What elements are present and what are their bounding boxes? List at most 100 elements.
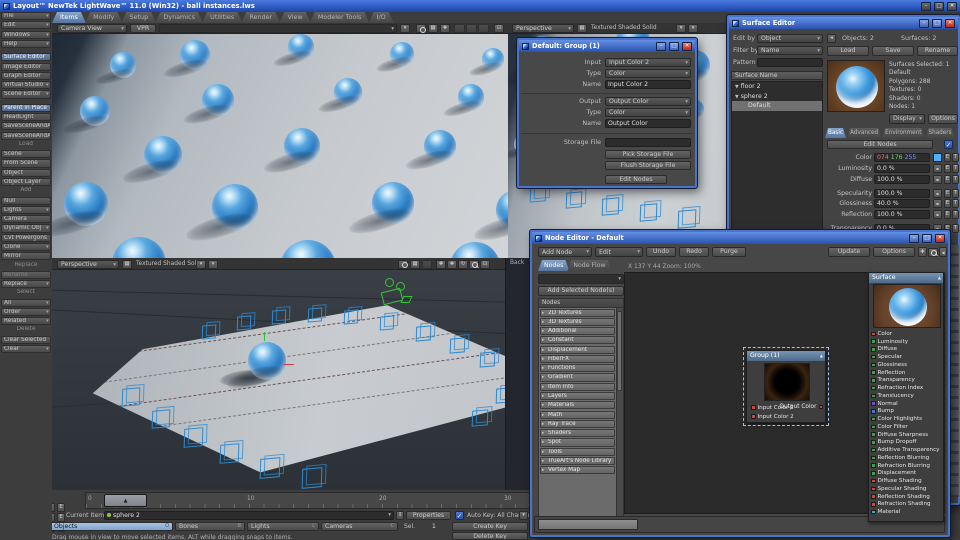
maximize-icon[interactable]: □ bbox=[922, 234, 932, 243]
port-icon[interactable] bbox=[871, 471, 876, 476]
vpr-toggle-button[interactable]: VPR bbox=[130, 24, 156, 33]
sidebar-item[interactable]: Clear Selected bbox=[1, 336, 51, 344]
node-category-item[interactable]: Math bbox=[540, 411, 615, 419]
item-type-button[interactable]: LLights bbox=[247, 522, 319, 531]
sidebar-item[interactable]: HeadLight bbox=[1, 113, 51, 121]
type-dropdown[interactable]: Color bbox=[605, 108, 691, 117]
sidebar-item[interactable]: Dynamic Obj bbox=[1, 224, 51, 232]
camera-icon[interactable] bbox=[398, 260, 408, 269]
node-editor-tab[interactable]: Nodes bbox=[538, 260, 569, 271]
minimize-icon[interactable]: – bbox=[909, 234, 919, 243]
node-output-port[interactable]: Output Color bbox=[779, 404, 823, 410]
port-icon[interactable] bbox=[871, 339, 876, 344]
menu-tab[interactable]: I/O bbox=[369, 12, 394, 23]
node-category-item[interactable]: FiberFX bbox=[540, 355, 615, 363]
item-type-button[interactable]: BBones bbox=[175, 522, 245, 531]
surface-list-item[interactable]: ▼floor 2 bbox=[732, 82, 822, 92]
viewport-perspective-bottom[interactable] bbox=[52, 270, 505, 490]
spinner-icon[interactable]: ◂▸ bbox=[933, 199, 942, 208]
node-category-item[interactable]: 3D Textures bbox=[540, 318, 615, 326]
sidebar-item[interactable] bbox=[1, 49, 51, 52]
edit-nodes-button[interactable]: Edit Nodes bbox=[605, 175, 667, 184]
port-icon[interactable] bbox=[871, 425, 876, 430]
menu-tab[interactable]: Modify bbox=[85, 12, 122, 23]
node-input-port[interactable]: Refraction Index bbox=[869, 384, 945, 392]
input-dropdown[interactable]: Input Color 2 bbox=[605, 58, 691, 67]
sidebar-item[interactable]: Select bbox=[1, 289, 51, 297]
port-icon[interactable] bbox=[751, 414, 756, 419]
spinner-icon[interactable]: ◂▸ bbox=[933, 210, 942, 219]
node-category-item[interactable]: Functions bbox=[540, 364, 615, 372]
envelope-button[interactable]: E bbox=[944, 210, 951, 219]
sidebar-item[interactable]: Add bbox=[1, 187, 51, 195]
node-input-port[interactable]: Translucency bbox=[869, 392, 945, 400]
sidebar-item[interactable]: Edit bbox=[1, 21, 51, 29]
node-category-item[interactable]: Shaders bbox=[540, 429, 615, 437]
maximize-viewport-icon[interactable]: ⊡ bbox=[480, 260, 490, 269]
port-icon[interactable] bbox=[871, 479, 876, 484]
chevron-down-icon[interactable]: ▾ bbox=[688, 24, 698, 33]
collapse-icon[interactable]: ◀ bbox=[939, 247, 947, 257]
color-value-field[interactable]: 074 176 255 bbox=[874, 153, 930, 162]
node-input-port[interactable]: Reflection Shading bbox=[869, 493, 945, 501]
chevron-down-icon[interactable]: ▾ bbox=[676, 24, 686, 33]
texture-button[interactable]: T bbox=[952, 189, 959, 198]
node-input-port[interactable]: Color Filter bbox=[869, 423, 945, 431]
sidebar-item[interactable]: Image Editor bbox=[1, 63, 51, 71]
node-category-item[interactable]: Materials bbox=[540, 401, 615, 409]
close-icon[interactable]: ✕ bbox=[947, 2, 957, 11]
close-icon[interactable]: ✕ bbox=[935, 234, 945, 243]
port-icon[interactable] bbox=[871, 417, 876, 422]
envelope-button[interactable]: E bbox=[57, 513, 65, 522]
port-icon[interactable] bbox=[871, 448, 876, 453]
node-category-item[interactable]: Additional bbox=[540, 327, 615, 335]
sidebar-item[interactable]: Graph Editor bbox=[1, 72, 51, 80]
node-input-port[interactable]: Displacement bbox=[869, 470, 945, 478]
grid-icon[interactable]: ▦ bbox=[122, 260, 132, 269]
delete-key-button[interactable]: Delete Key bbox=[452, 532, 528, 540]
sidebar-item[interactable]: Rename bbox=[1, 271, 51, 279]
view-type-dropdown[interactable]: Perspective bbox=[512, 24, 574, 33]
sidebar-item[interactable]: Clear bbox=[1, 345, 51, 353]
grid-icon[interactable]: ▦ bbox=[410, 260, 420, 269]
port-icon[interactable] bbox=[871, 370, 876, 375]
axis-handle-y[interactable] bbox=[264, 332, 265, 341]
axis-handle-x[interactable] bbox=[284, 364, 294, 365]
texture-button[interactable]: T bbox=[952, 153, 959, 162]
pattern-field[interactable] bbox=[757, 58, 823, 67]
options-button[interactable]: Options bbox=[928, 114, 958, 124]
view-type-dropdown[interactable]: Perspective bbox=[57, 260, 119, 269]
chevron-down-icon[interactable]: ▾ bbox=[196, 260, 206, 269]
add-selected-nodes-button[interactable]: Add Selected Node(s) bbox=[538, 286, 624, 296]
node-input-port[interactable]: Bump Dropoff bbox=[869, 439, 945, 447]
sidebar-item[interactable]: Mirror bbox=[1, 252, 51, 260]
item-list-icon[interactable]: ↕ bbox=[396, 511, 404, 520]
load-button[interactable]: Load bbox=[827, 46, 869, 56]
texture-button[interactable]: T bbox=[952, 175, 959, 184]
sidebar-item[interactable]: Scene bbox=[1, 150, 51, 158]
sidebar-item[interactable]: Surface Editor bbox=[1, 53, 51, 61]
port-icon[interactable] bbox=[871, 394, 876, 399]
sidebar-item[interactable]: Windows bbox=[1, 31, 51, 39]
node-input-port[interactable]: Specular bbox=[869, 353, 945, 361]
group-dialog-title-bar[interactable]: Default: Group (1) – □ ✕ bbox=[519, 40, 695, 52]
texture-button[interactable]: T bbox=[952, 164, 959, 173]
name-field[interactable]: Input Color 2 bbox=[605, 80, 691, 89]
sidebar-item[interactable]: Replace bbox=[1, 262, 51, 270]
sidebar-item[interactable]: SaveSceneAndAl bbox=[1, 122, 51, 130]
port-icon[interactable] bbox=[751, 405, 756, 410]
port-icon[interactable] bbox=[871, 355, 876, 360]
rename-button[interactable]: Rename bbox=[917, 46, 958, 56]
output-dropdown[interactable]: Output Color bbox=[605, 97, 691, 106]
port-icon[interactable] bbox=[871, 463, 876, 468]
close-icon[interactable]: ✕ bbox=[682, 42, 692, 51]
port-icon[interactable] bbox=[871, 494, 876, 499]
port-icon[interactable] bbox=[871, 487, 876, 492]
edit-by-dropdown[interactable]: Object bbox=[757, 34, 823, 43]
undo-button[interactable]: Undo bbox=[646, 247, 676, 257]
node-input-port[interactable]: Refraction Blurring bbox=[869, 462, 945, 470]
node-category-item[interactable]: 2D Textures bbox=[540, 309, 615, 317]
sidebar-item[interactable]: Object bbox=[1, 169, 51, 177]
category-scrollbar-handle[interactable] bbox=[617, 311, 622, 391]
surface-list-item[interactable]: Default bbox=[732, 101, 822, 111]
